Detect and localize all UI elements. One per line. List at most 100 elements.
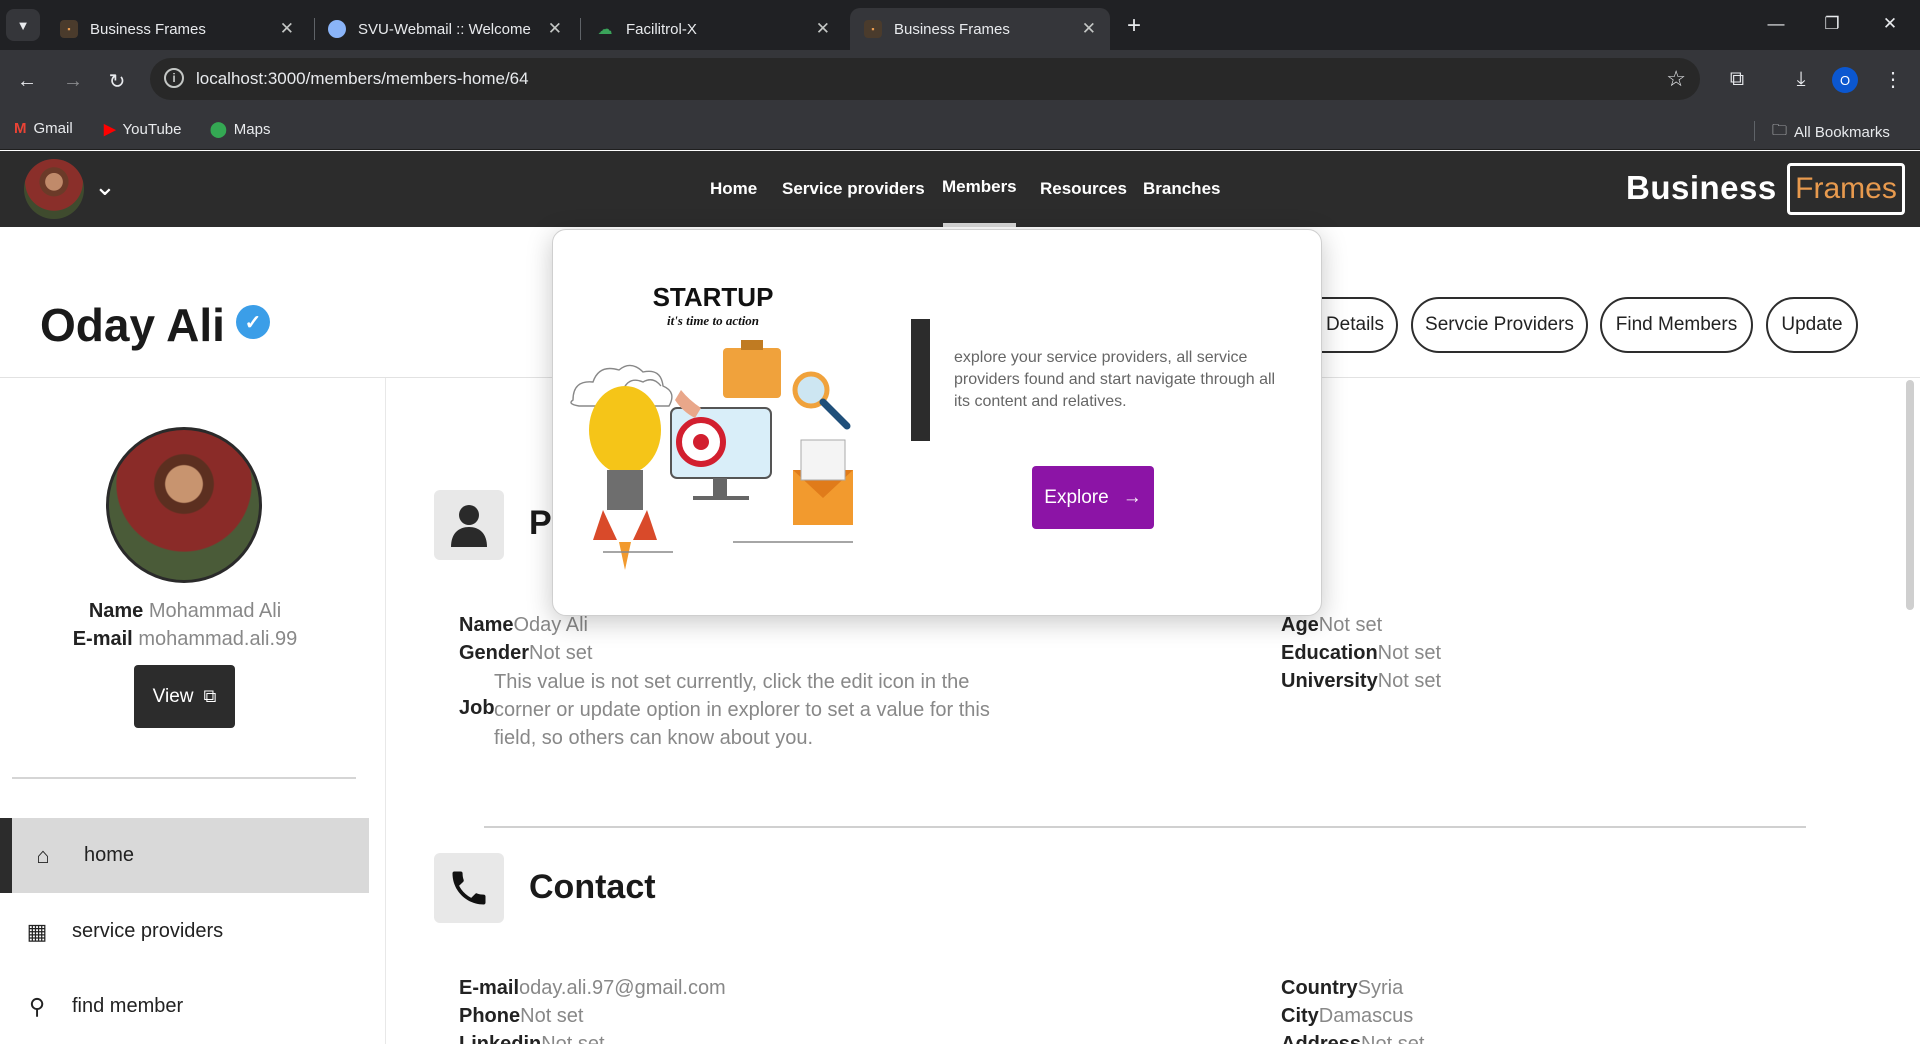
downloads-button[interactable]: ⤓	[1786, 64, 1816, 94]
plus-icon: +	[1126, 12, 1141, 39]
service-providers-button[interactable]: Servcie Providers	[1411, 297, 1588, 353]
chevron-down-icon: ▼	[16, 17, 30, 33]
personal-gender-field: GenderNot set	[459, 642, 592, 665]
field-label: University	[1281, 670, 1378, 692]
close-window-button[interactable]: ✕	[1870, 8, 1910, 40]
view-profile-button[interactable]: View ⧉	[134, 665, 235, 728]
active-nav-indicator	[943, 223, 1016, 227]
explorer-popup: STARTUP it's time to action explore your…	[552, 229, 1322, 616]
nav-resources[interactable]: Resources	[1040, 179, 1127, 199]
restore-button[interactable]: ❐	[1812, 8, 1852, 40]
browser-tab-strip: ▼ ▪ Business Frames ✕ SVU-Webmail :: Wel…	[0, 0, 1920, 50]
sidebar-item-label: home	[84, 844, 135, 866]
restore-icon: ❐	[1824, 14, 1840, 33]
contact-section-title: Contact	[529, 868, 656, 906]
nav-branches[interactable]: Branches	[1143, 179, 1220, 199]
field-value: Not set	[1377, 670, 1442, 692]
section-divider	[484, 826, 1806, 828]
startup-illustration: STARTUP it's time to action	[570, 282, 853, 570]
browser-tab-active[interactable]: ▪ Business Frames ✕	[850, 8, 1110, 50]
update-button[interactable]: Update	[1766, 297, 1858, 353]
field-value: oday.ali.97@gmail.com	[519, 977, 726, 999]
field-label: E-mail	[459, 977, 520, 999]
bookmark-label: Gmail	[33, 120, 73, 137]
reload-button[interactable]: ↻	[102, 66, 132, 96]
sidebar-divider	[385, 378, 386, 1044]
url-text[interactable]: localhost:3000/members/members-home/64	[196, 69, 529, 89]
sidebar-item-label: find member	[72, 995, 184, 1017]
close-tab-icon[interactable]: ✕	[816, 19, 830, 39]
bookmark-label: YouTube	[122, 120, 182, 138]
field-value: Not set	[529, 642, 593, 664]
bookmark-star-icon[interactable]: ☆	[1666, 66, 1686, 92]
email-value: mohammad.ali.99	[138, 628, 298, 650]
contact-city-field: CityDamascus	[1281, 1005, 1413, 1028]
close-tab-icon[interactable]: ✕	[280, 19, 294, 39]
sidebar-email-row: E-mail mohammad.ali.99	[0, 628, 370, 651]
chevron-down-icon[interactable]: ⌄	[94, 171, 116, 202]
email-label: E-mail	[72, 628, 133, 650]
address-bar[interactable]: i localhost:3000/members/members-home/64…	[150, 58, 1700, 100]
site-info-icon[interactable]: i	[164, 68, 184, 88]
nav-service-providers[interactable]: Service providers	[782, 179, 925, 199]
business-frames-favicon-icon: ▪	[864, 20, 882, 38]
popup-accent-bar	[911, 319, 930, 441]
sidebar-item-service-providers[interactable]: ▦ service providers	[0, 894, 369, 969]
back-button[interactable]: ←	[12, 66, 42, 96]
gmail-icon: M	[14, 120, 27, 137]
browser-menu-button[interactable]: ⋮	[1878, 64, 1908, 94]
tab-title: Business Frames	[894, 20, 1010, 38]
bookmark-label: Maps	[233, 120, 271, 138]
business-frames-favicon-icon: ▪	[60, 20, 78, 38]
tab-search-button[interactable]: ▼	[6, 9, 40, 41]
bookmark-maps[interactable]: ⬤ Maps	[210, 120, 271, 139]
field-value: Not set	[1318, 614, 1383, 636]
browser-tab[interactable]: SVU-Webmail :: Welcome ✕	[314, 8, 576, 50]
field-value: Not set	[520, 1005, 584, 1027]
field-value: Oday Ali	[513, 614, 588, 636]
new-tab-button[interactable]: +	[1118, 10, 1150, 42]
folder-icon: 🗀	[1772, 122, 1788, 139]
bookmarks-divider	[1754, 121, 1755, 141]
name-value: Mohammad Ali	[148, 600, 282, 622]
personal-university-field: UniversityNot set	[1281, 670, 1441, 693]
field-label: Gender	[459, 642, 530, 664]
browser-tab[interactable]: ☁ Facilitrol-X ✕	[582, 8, 844, 50]
nav-members[interactable]: Members	[942, 177, 1017, 197]
bookmark-youtube[interactable]: ▶ YouTube	[104, 120, 182, 139]
browser-tab[interactable]: ▪ Business Frames ✕	[46, 8, 308, 50]
close-tab-icon[interactable]: ✕	[548, 19, 562, 39]
field-label: City	[1281, 1005, 1319, 1027]
bookmark-gmail[interactable]: M Gmail	[14, 120, 73, 137]
job-value: This value is not set currently, click t…	[494, 671, 990, 749]
all-bookmarks-label: All Bookmarks	[1794, 124, 1890, 141]
profile-avatar[interactable]: O	[1832, 67, 1858, 93]
all-bookmarks-button[interactable]: 🗀 All Bookmarks	[1772, 120, 1890, 145]
extensions-button[interactable]: ⧉	[1722, 64, 1752, 94]
explore-label: Explore	[1044, 486, 1109, 508]
tab-divider	[580, 18, 581, 40]
field-label: Name	[459, 614, 514, 636]
field-label: Linkedin	[459, 1033, 542, 1044]
nav-home[interactable]: Home	[710, 179, 757, 199]
contact-phone-field: PhoneNot set	[459, 1005, 583, 1028]
find-members-button[interactable]: Find Members	[1600, 297, 1753, 353]
details-button[interactable]: Details	[1314, 297, 1398, 353]
page-scrollbar[interactable]	[1906, 380, 1914, 610]
job-label: Job	[459, 697, 495, 719]
close-tab-icon[interactable]: ✕	[1082, 19, 1096, 39]
more-vertical-icon: ⋮	[1883, 68, 1903, 91]
app-header: ⌄ Home Service providers Members Resourc…	[0, 151, 1920, 227]
field-value: Not set	[1377, 642, 1442, 664]
forward-button[interactable]: →	[58, 66, 88, 96]
puzzle-icon: ⧉	[1729, 67, 1745, 90]
minimize-button[interactable]: —	[1756, 8, 1796, 40]
contact-linkedin-field: LinkedinNot set	[459, 1033, 605, 1044]
sidebar-item-find-member[interactable]: ⚲ find member	[0, 969, 369, 1044]
explore-button[interactable]: Explore →	[1032, 466, 1154, 529]
sidebar-item-home[interactable]: ⌂ home	[0, 818, 369, 893]
field-label: Country	[1281, 977, 1358, 999]
personal-education-field: EducationNot set	[1281, 642, 1441, 665]
bookmarks-bar: M Gmail ▶ YouTube ⬤ Maps 🗀 All Bookmarks	[0, 110, 1920, 150]
user-avatar[interactable]	[24, 159, 84, 219]
